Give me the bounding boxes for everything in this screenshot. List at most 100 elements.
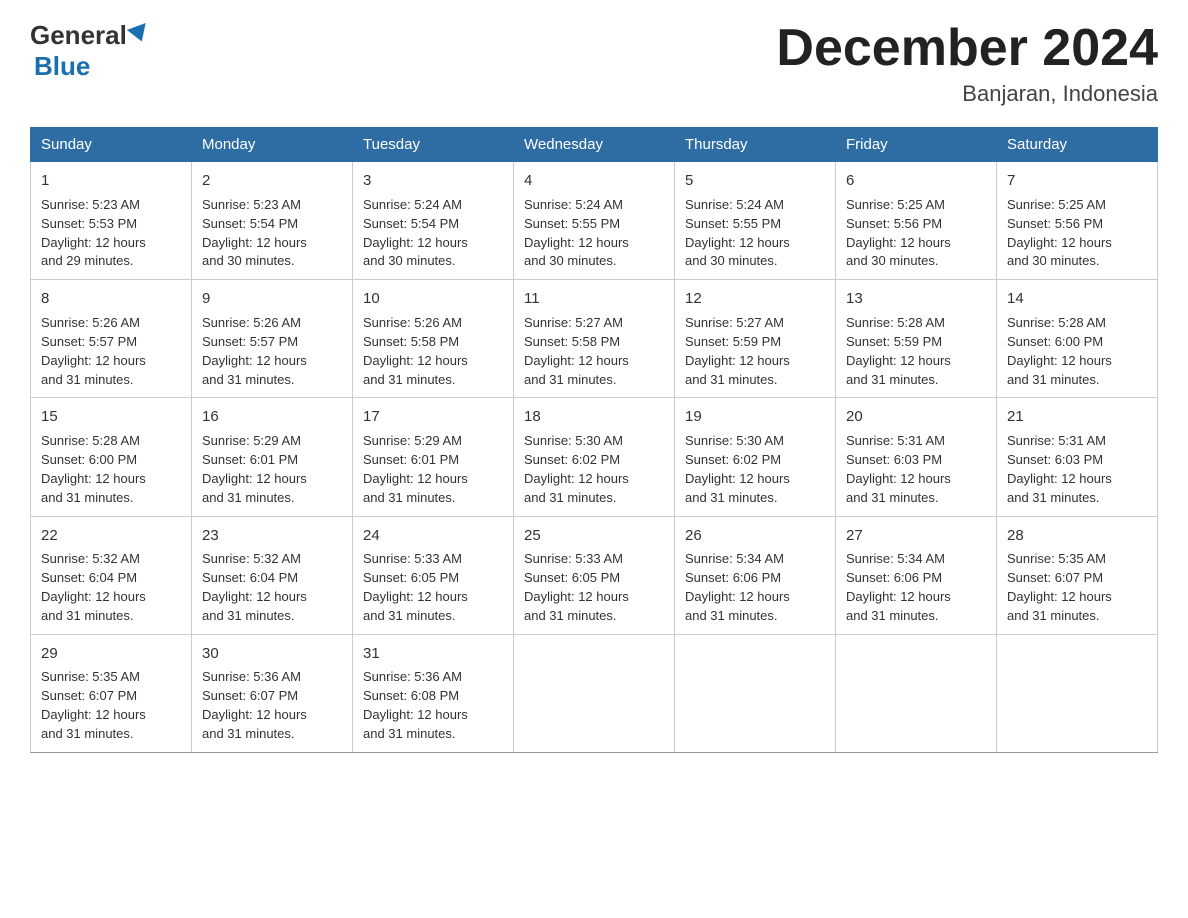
day-info-line: Daylight: 12 hours bbox=[524, 470, 664, 489]
day-info-line: Daylight: 12 hours bbox=[846, 470, 986, 489]
day-info-line: Sunset: 5:54 PM bbox=[363, 215, 503, 234]
logo-triangle-icon bbox=[127, 23, 151, 45]
calendar-cell: 14Sunrise: 5:28 AMSunset: 6:00 PMDayligh… bbox=[997, 280, 1158, 398]
month-year-title: December 2024 bbox=[776, 20, 1158, 77]
day-info-line: and 31 minutes. bbox=[685, 371, 825, 390]
day-number: 13 bbox=[846, 288, 986, 310]
day-info-line: Sunset: 5:58 PM bbox=[363, 333, 503, 352]
calendar-table: SundayMondayTuesdayWednesdayThursdayFrid… bbox=[30, 127, 1158, 753]
calendar-week-row: 8Sunrise: 5:26 AMSunset: 5:57 PMDaylight… bbox=[31, 280, 1158, 398]
day-info-line: Sunset: 6:04 PM bbox=[202, 569, 342, 588]
day-info-line: and 30 minutes. bbox=[846, 252, 986, 271]
page-header: General Blue December 2024 Banjaran, Ind… bbox=[30, 20, 1158, 107]
logo-general-text: General bbox=[30, 20, 127, 51]
day-info-line: Sunset: 5:59 PM bbox=[846, 333, 986, 352]
day-info-line: Daylight: 12 hours bbox=[846, 352, 986, 371]
calendar-cell: 12Sunrise: 5:27 AMSunset: 5:59 PMDayligh… bbox=[675, 280, 836, 398]
day-info-line: Sunrise: 5:26 AM bbox=[202, 314, 342, 333]
calendar-cell: 27Sunrise: 5:34 AMSunset: 6:06 PMDayligh… bbox=[836, 516, 997, 634]
day-info-line: Sunrise: 5:33 AM bbox=[363, 550, 503, 569]
day-number: 26 bbox=[685, 525, 825, 547]
calendar-week-row: 1Sunrise: 5:23 AMSunset: 5:53 PMDaylight… bbox=[31, 162, 1158, 280]
day-info-line: and 30 minutes. bbox=[1007, 252, 1147, 271]
logo: General Blue bbox=[30, 20, 149, 82]
day-info-line: Sunrise: 5:27 AM bbox=[524, 314, 664, 333]
day-info-line: Daylight: 12 hours bbox=[1007, 470, 1147, 489]
day-header-wednesday: Wednesday bbox=[514, 128, 675, 162]
calendar-cell: 6Sunrise: 5:25 AMSunset: 5:56 PMDaylight… bbox=[836, 162, 997, 280]
day-number: 18 bbox=[524, 406, 664, 428]
day-info-line: and 31 minutes. bbox=[685, 489, 825, 508]
day-info-line: Daylight: 12 hours bbox=[363, 470, 503, 489]
day-info-line: and 29 minutes. bbox=[41, 252, 181, 271]
day-info-line: Sunrise: 5:28 AM bbox=[41, 432, 181, 451]
calendar-cell: 25Sunrise: 5:33 AMSunset: 6:05 PMDayligh… bbox=[514, 516, 675, 634]
day-info-line: Daylight: 12 hours bbox=[846, 234, 986, 253]
calendar-cell: 19Sunrise: 5:30 AMSunset: 6:02 PMDayligh… bbox=[675, 398, 836, 516]
day-info-line: Sunrise: 5:34 AM bbox=[846, 550, 986, 569]
calendar-cell: 7Sunrise: 5:25 AMSunset: 5:56 PMDaylight… bbox=[997, 162, 1158, 280]
day-number: 19 bbox=[685, 406, 825, 428]
day-info-line: and 31 minutes. bbox=[363, 371, 503, 390]
calendar-header-row: SundayMondayTuesdayWednesdayThursdayFrid… bbox=[31, 128, 1158, 162]
day-info-line: Sunset: 6:08 PM bbox=[363, 687, 503, 706]
day-info-line: Sunset: 6:06 PM bbox=[685, 569, 825, 588]
day-info-line: Sunrise: 5:35 AM bbox=[41, 668, 181, 687]
day-info-line: Sunset: 6:00 PM bbox=[1007, 333, 1147, 352]
day-number: 9 bbox=[202, 288, 342, 310]
day-number: 4 bbox=[524, 170, 664, 192]
day-info-line: Sunrise: 5:30 AM bbox=[685, 432, 825, 451]
day-info-line: and 31 minutes. bbox=[363, 489, 503, 508]
day-info-line: Sunrise: 5:26 AM bbox=[363, 314, 503, 333]
day-header-friday: Friday bbox=[836, 128, 997, 162]
day-number: 31 bbox=[363, 643, 503, 665]
day-info-line: Daylight: 12 hours bbox=[363, 234, 503, 253]
day-info-line: Sunset: 6:07 PM bbox=[1007, 569, 1147, 588]
day-info-line: Sunset: 6:07 PM bbox=[41, 687, 181, 706]
day-info-line: and 30 minutes. bbox=[524, 252, 664, 271]
day-number: 7 bbox=[1007, 170, 1147, 192]
calendar-week-row: 29Sunrise: 5:35 AMSunset: 6:07 PMDayligh… bbox=[31, 634, 1158, 752]
day-info-line: Sunset: 6:01 PM bbox=[363, 451, 503, 470]
day-info-line: and 31 minutes. bbox=[41, 371, 181, 390]
day-info-line: and 31 minutes. bbox=[202, 607, 342, 626]
day-info-line: and 31 minutes. bbox=[41, 725, 181, 744]
day-info-line: Sunrise: 5:36 AM bbox=[363, 668, 503, 687]
day-info-line: Sunset: 6:05 PM bbox=[363, 569, 503, 588]
calendar-cell: 30Sunrise: 5:36 AMSunset: 6:07 PMDayligh… bbox=[192, 634, 353, 752]
day-info-line: Sunrise: 5:31 AM bbox=[846, 432, 986, 451]
location-subtitle: Banjaran, Indonesia bbox=[776, 81, 1158, 107]
day-info-line: Daylight: 12 hours bbox=[202, 470, 342, 489]
day-info-line: Sunset: 5:56 PM bbox=[1007, 215, 1147, 234]
calendar-cell: 16Sunrise: 5:29 AMSunset: 6:01 PMDayligh… bbox=[192, 398, 353, 516]
day-number: 10 bbox=[363, 288, 503, 310]
day-info-line: Sunrise: 5:24 AM bbox=[524, 196, 664, 215]
calendar-cell: 10Sunrise: 5:26 AMSunset: 5:58 PMDayligh… bbox=[353, 280, 514, 398]
day-info-line: Daylight: 12 hours bbox=[41, 352, 181, 371]
day-info-line: Sunrise: 5:34 AM bbox=[685, 550, 825, 569]
day-number: 21 bbox=[1007, 406, 1147, 428]
day-header-tuesday: Tuesday bbox=[353, 128, 514, 162]
day-info-line: Daylight: 12 hours bbox=[41, 234, 181, 253]
calendar-cell: 28Sunrise: 5:35 AMSunset: 6:07 PMDayligh… bbox=[997, 516, 1158, 634]
day-info-line: Daylight: 12 hours bbox=[41, 706, 181, 725]
day-info-line: Daylight: 12 hours bbox=[41, 588, 181, 607]
calendar-cell: 1Sunrise: 5:23 AMSunset: 5:53 PMDaylight… bbox=[31, 162, 192, 280]
day-info-line: Daylight: 12 hours bbox=[685, 352, 825, 371]
day-info-line: and 31 minutes. bbox=[202, 725, 342, 744]
day-info-line: Sunset: 6:02 PM bbox=[524, 451, 664, 470]
day-number: 12 bbox=[685, 288, 825, 310]
day-info-line: Sunset: 6:02 PM bbox=[685, 451, 825, 470]
calendar-cell: 22Sunrise: 5:32 AMSunset: 6:04 PMDayligh… bbox=[31, 516, 192, 634]
calendar-cell: 15Sunrise: 5:28 AMSunset: 6:00 PMDayligh… bbox=[31, 398, 192, 516]
day-info-line: and 31 minutes. bbox=[524, 371, 664, 390]
day-info-line: Daylight: 12 hours bbox=[202, 706, 342, 725]
calendar-cell: 5Sunrise: 5:24 AMSunset: 5:55 PMDaylight… bbox=[675, 162, 836, 280]
day-info-line: Sunset: 6:07 PM bbox=[202, 687, 342, 706]
day-number: 27 bbox=[846, 525, 986, 547]
day-number: 8 bbox=[41, 288, 181, 310]
day-info-line: and 31 minutes. bbox=[1007, 489, 1147, 508]
day-info-line: and 31 minutes. bbox=[41, 607, 181, 626]
calendar-cell: 17Sunrise: 5:29 AMSunset: 6:01 PMDayligh… bbox=[353, 398, 514, 516]
calendar-cell: 18Sunrise: 5:30 AMSunset: 6:02 PMDayligh… bbox=[514, 398, 675, 516]
